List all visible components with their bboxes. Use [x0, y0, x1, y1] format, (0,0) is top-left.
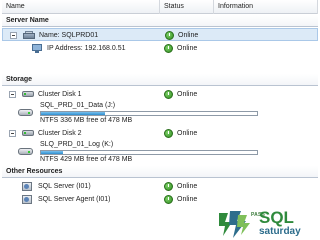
- sql-saturday-logo: PASS SQL saturday: [216, 209, 320, 240]
- resource-row-sql-server-agent[interactable]: SQL Server Agent (I01) Online: [2, 193, 318, 206]
- volume-free-text: NTFS 336 MB free of 478 MB: [40, 117, 133, 124]
- group-header-other-resources: Other Resources: [2, 166, 318, 178]
- status-text: Online: [177, 91, 198, 98]
- volume-disk-icon: [18, 109, 33, 116]
- status-text: Online: [177, 196, 198, 203]
- saturday-text: saturday: [259, 226, 301, 237]
- collapse-toggle[interactable]: [9, 130, 16, 137]
- cluster-disk-icon: [22, 90, 34, 98]
- status-text: Online: [177, 183, 198, 190]
- column-header-status[interactable]: Status: [160, 0, 214, 14]
- server-name-label: Name: SQLPRD01: [39, 32, 99, 39]
- column-header-name[interactable]: Name: [2, 0, 160, 14]
- ip-address-label: IP Address: 192.168.0.51: [47, 45, 126, 52]
- status-text: Online: [177, 45, 198, 52]
- group-header-server-name: Server Name: [2, 15, 318, 27]
- sql-text: SQL: [259, 208, 294, 227]
- online-status-icon: [164, 44, 173, 53]
- ip-address-row[interactable]: IP Address: 192.168.0.51 Online: [2, 42, 318, 55]
- resource-label: SQL Server Agent (I01): [38, 196, 111, 203]
- column-header-information[interactable]: Information: [214, 0, 318, 14]
- cluster-disk-icon: [22, 129, 34, 137]
- online-status-icon: [165, 31, 174, 40]
- column-header-row: Name Status Information: [2, 0, 318, 14]
- resource-row-sql-server[interactable]: SQL Server (I01) Online: [2, 180, 318, 193]
- service-icon: [22, 182, 32, 192]
- server-name-row[interactable]: Name: SQLPRD01 Online: [2, 28, 318, 41]
- volume-name: SQL_PRD_01_Data (J:): [40, 102, 116, 109]
- cluster-resources-panel: Name Status Information Server Name Name…: [2, 0, 318, 206]
- volume-name: SLQ_PRD_01_Log (K:): [40, 141, 114, 148]
- cluster-disk-1-row[interactable]: Cluster Disk 1 Online: [2, 88, 318, 101]
- status-text: Online: [178, 32, 199, 39]
- server-icon: [23, 31, 35, 40]
- sql-saturday-mark-icon: [219, 211, 250, 238]
- collapse-toggle[interactable]: [9, 91, 16, 98]
- resource-label: SQL Server (I01): [38, 183, 91, 190]
- status-text: Online: [177, 130, 198, 137]
- cluster-disk-label: Cluster Disk 2: [38, 130, 82, 137]
- online-status-icon: [164, 195, 173, 204]
- cluster-disk-2-row[interactable]: Cluster Disk 2 Online: [2, 127, 318, 140]
- service-icon: [22, 195, 32, 205]
- volume-usage-fill: [41, 151, 64, 154]
- network-icon: [32, 44, 42, 53]
- cluster-disk-label: Cluster Disk 1: [38, 91, 82, 98]
- online-status-icon: [164, 182, 173, 191]
- online-status-icon: [164, 129, 173, 138]
- volume-usage-fill: [41, 112, 106, 115]
- collapse-toggle[interactable]: [10, 32, 17, 39]
- volume-disk-icon: [18, 148, 33, 155]
- volume-free-text: NTFS 429 MB free of 478 MB: [40, 156, 133, 163]
- group-header-storage: Storage: [2, 74, 318, 86]
- online-status-icon: [164, 90, 173, 99]
